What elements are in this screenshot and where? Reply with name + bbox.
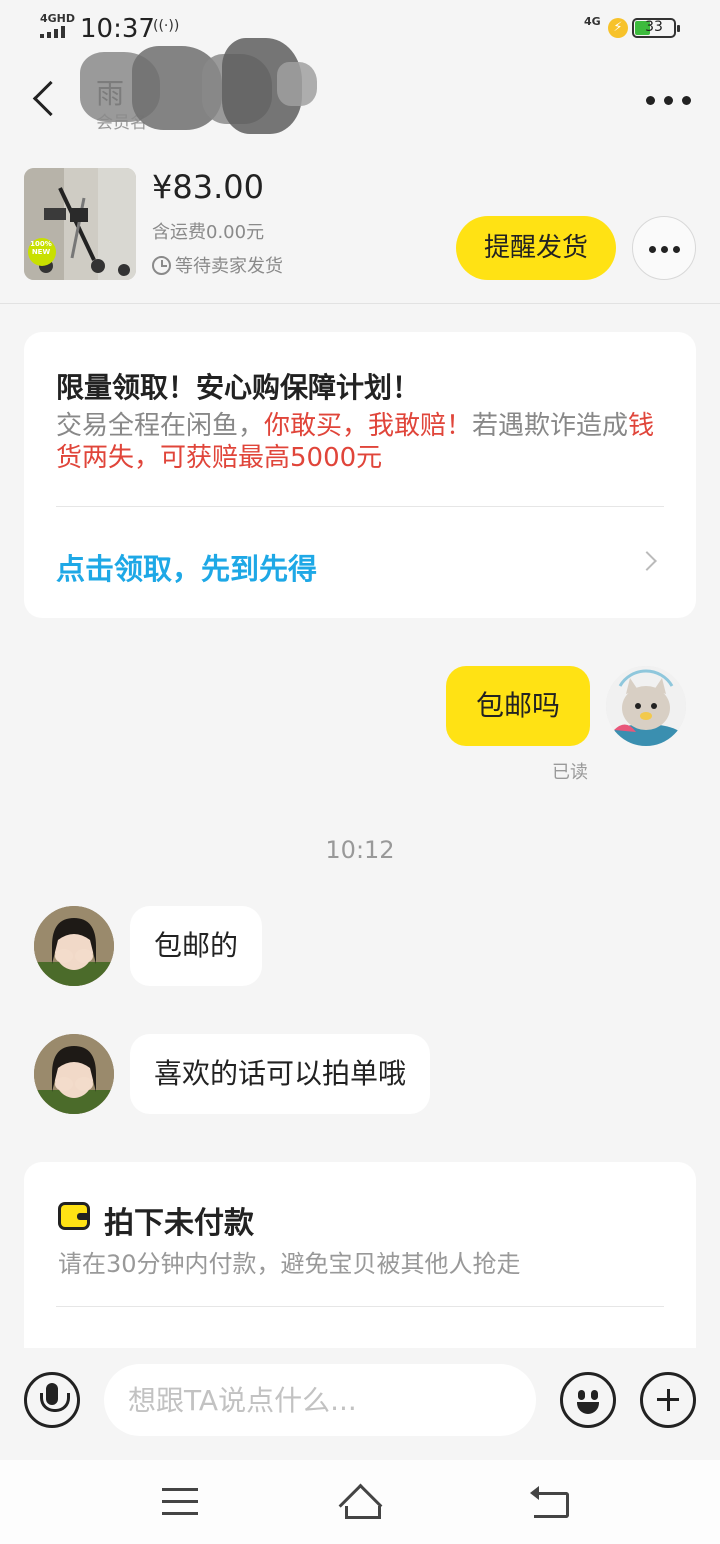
charging-icon: ⚡ (608, 18, 628, 38)
network-type-right: 4G (584, 15, 601, 28)
wallet-icon (58, 1202, 90, 1230)
battery-icon: 33 (632, 18, 680, 38)
message-bubble-seller[interactable]: 喜欢的话可以拍单哦 (130, 1034, 431, 1114)
shipping-fee: 含运费0.00元 (152, 222, 265, 243)
product-thumbnail[interactable]: 100% NEW (24, 168, 136, 280)
avatar-seller[interactable] (34, 906, 114, 986)
promo-title: 限量领取！安心购保障计划！ (56, 371, 421, 404)
more-actions-button[interactable] (640, 1372, 696, 1428)
home-icon[interactable] (336, 1484, 384, 1520)
chat-input-bar (0, 1348, 720, 1460)
avatar-self[interactable] (606, 666, 686, 746)
menu-icon[interactable] (162, 1488, 198, 1516)
order-card-title: 拍下未付款 (104, 1206, 254, 1241)
signal-icon (40, 26, 70, 38)
message-bubble-seller[interactable]: 包邮的 (130, 906, 263, 986)
divider (56, 1306, 664, 1307)
return-icon[interactable] (530, 1486, 569, 1518)
voice-input-button[interactable] (24, 1372, 80, 1428)
read-receipt: 已读 (552, 762, 588, 783)
message-bubble-self[interactable]: 包邮吗 (446, 666, 590, 746)
order-card-subtitle: 请在30分钟内付款，避免宝贝被其他人抢走 (58, 1250, 521, 1278)
back-button[interactable] (28, 78, 62, 122)
chevron-right-icon[interactable] (637, 551, 657, 571)
avatar-seller[interactable] (34, 1034, 114, 1114)
time-separator: 10:12 (325, 836, 395, 864)
promo-highlight: 你敢买，我敢赔 (264, 411, 447, 441)
product-price: ¥83.00 (152, 168, 264, 206)
divider (56, 506, 664, 507)
promo-description: 交易全程在闲鱼，你敢买，我敢赔！若遇欺诈造成钱货两失，可获赔最高5000元 (56, 410, 662, 474)
clock-icon (152, 256, 171, 275)
promo-text: 交易全程在闲鱼， (56, 411, 265, 441)
battery-level: 33 (645, 19, 663, 35)
protection-promo-card: 限量领取！安心购保障计划！ 交易全程在闲鱼，你敢买，我敢赔！若遇欺诈造成钱货两失… (24, 332, 696, 618)
product-summary: 100% NEW ¥83.00 含运费0.00元 等待卖家发货 提醒发货 (0, 150, 720, 304)
network-type-left: 4GHD (40, 12, 76, 25)
remind-ship-button[interactable]: 提醒发货 (456, 216, 616, 280)
order-status: 等待卖家发货 (152, 252, 283, 278)
promo-highlight: ！ (446, 411, 473, 441)
product-more-button[interactable] (632, 216, 696, 280)
claim-protection-link[interactable]: 点击领取，先到先得 (56, 546, 317, 588)
system-nav-bar (0, 1460, 720, 1544)
redaction-blur (72, 36, 320, 140)
emoji-button[interactable] (560, 1372, 616, 1428)
more-options-button[interactable] (644, 82, 694, 118)
hotspot-icon: ((·)) (153, 18, 180, 34)
order-status-text: 等待卖家发货 (175, 256, 283, 277)
promo-text: 若遇欺诈造成 (472, 411, 629, 441)
thumb-badge: 100% NEW (30, 240, 52, 256)
message-input[interactable] (104, 1364, 536, 1436)
